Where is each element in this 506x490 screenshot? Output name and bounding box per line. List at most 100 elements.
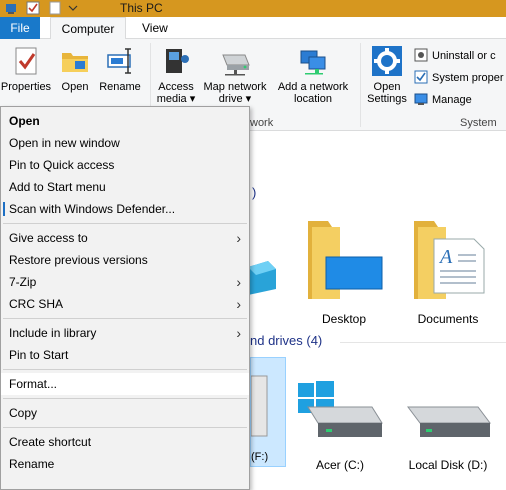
chevron-right-icon: ›	[236, 274, 241, 290]
3d-objects-tile[interactable]	[248, 259, 276, 299]
properties-quick-icon[interactable]	[26, 1, 40, 15]
open-settings-label-line1: Open	[373, 81, 401, 93]
title-bar: This PC	[0, 0, 506, 17]
menu-separator	[3, 223, 247, 224]
manage-icon	[414, 92, 428, 106]
local-disk-label: Local Disk (D:)	[408, 458, 488, 472]
tab-file[interactable]: File	[0, 17, 40, 39]
hard-drive-icon	[407, 406, 491, 437]
open-label: Open	[61, 81, 89, 93]
menu-item-rename[interactable]: Rename	[1, 453, 249, 475]
desktop-tile[interactable]: Desktop	[300, 217, 388, 326]
uninstall-label: Uninstall or c	[432, 50, 496, 62]
system-properties-button[interactable]: System proper	[414, 70, 504, 85]
rename-icon	[104, 45, 136, 77]
documents-label: Documents	[417, 312, 479, 326]
map-drive-label-line1: Map network	[203, 81, 267, 93]
app-icon	[4, 1, 18, 15]
section-divider	[340, 342, 506, 343]
system-group-label: System	[460, 117, 497, 129]
gear-icon	[371, 45, 403, 77]
network-group-label: work	[250, 117, 274, 129]
system-properties-label: System proper	[432, 72, 504, 84]
menu-separator	[3, 369, 247, 370]
menu-separator	[3, 318, 247, 319]
add-location-label-line1: Add a network	[277, 81, 349, 93]
media-icon	[160, 45, 192, 77]
seven-zip-label: 7-Zip	[9, 275, 37, 289]
manage-label: Manage	[432, 94, 472, 106]
map-drive-label-line2: drive	[218, 93, 243, 105]
chevron-right-icon: ›	[236, 296, 241, 312]
menu-separator	[3, 398, 247, 399]
open-settings-label-line2: Settings	[367, 93, 407, 105]
new-folder-quick-icon[interactable]	[48, 1, 62, 15]
menu-item-pin-start[interactable]: Pin to Start	[1, 344, 249, 366]
menu-item-crc-sha[interactable]: CRC SHA ›	[1, 293, 249, 315]
documents-tile[interactable]: A Documents	[404, 217, 492, 326]
cube-icon	[248, 261, 276, 295]
chevron-right-icon: ›	[236, 325, 241, 341]
windows-drive-icon	[298, 381, 383, 437]
drive-f-tile[interactable]: (F:)	[250, 357, 286, 467]
desktop-label: Desktop	[321, 312, 367, 326]
scan-defender-label: Scan with Windows Defender...	[9, 202, 176, 216]
crc-sha-label: CRC SHA	[9, 297, 64, 311]
chevron-down-icon: ▾	[186, 93, 196, 105]
uninstall-program-button[interactable]: Uninstall or c	[414, 48, 496, 63]
chevron-right-icon: ›	[236, 230, 241, 246]
open-settings-button[interactable]: Open Settings	[362, 45, 412, 105]
tab-view[interactable]: View	[132, 17, 178, 39]
menu-item-scan-defender[interactable]: Scan with Windows Defender...	[1, 198, 249, 220]
network-location-icon	[297, 45, 329, 77]
acer-drive-tile[interactable]: Acer (C:)	[294, 379, 386, 472]
open-folder-icon	[59, 45, 91, 77]
rename-button[interactable]: Rename	[96, 45, 144, 93]
manage-button[interactable]: Manage	[414, 92, 472, 107]
svg-text:A: A	[438, 246, 453, 268]
uninstall-icon	[414, 48, 428, 62]
menu-item-give-access[interactable]: Give access to ›	[1, 227, 249, 249]
add-network-location-button[interactable]: Add a network location	[272, 45, 354, 105]
window-title: This PC	[120, 1, 163, 15]
drive-f-label: (F:)	[251, 451, 269, 463]
desktop-folder-icon	[308, 221, 383, 299]
menu-item-include-library[interactable]: Include in library ›	[1, 322, 249, 344]
menu-item-7zip[interactable]: 7-Zip ›	[1, 271, 249, 293]
access-media-button[interactable]: Access media ▾	[154, 45, 198, 105]
menu-item-open[interactable]: Open	[1, 110, 249, 132]
context-menu: Open Open in new window Pin to Quick acc…	[0, 106, 250, 490]
network-drive-icon	[219, 45, 251, 77]
properties-button[interactable]: Properties	[0, 45, 52, 93]
menu-item-create-shortcut[interactable]: Create shortcut	[1, 431, 249, 453]
add-location-label-line2: location	[294, 93, 332, 105]
tab-computer[interactable]: Computer	[50, 17, 126, 40]
devices-drives-header: nd drives (4)	[250, 333, 323, 348]
ribbon-tabs: File Computer View	[0, 17, 506, 40]
customize-quick-access-icon[interactable]	[66, 1, 80, 15]
open-button[interactable]: Open	[56, 45, 94, 93]
menu-item-add-start-menu[interactable]: Add to Start menu	[1, 176, 249, 198]
menu-separator	[3, 427, 247, 428]
menu-item-format[interactable]: Format...	[1, 373, 249, 395]
defender-icon	[3, 202, 5, 216]
include-library-label: Include in library	[9, 326, 97, 340]
properties-label: Properties	[0, 81, 52, 93]
menu-item-copy[interactable]: Copy	[1, 402, 249, 424]
local-disk-tile[interactable]: Local Disk (D:)	[396, 379, 500, 472]
map-network-drive-button[interactable]: Map network drive ▾	[198, 45, 272, 105]
documents-folder-icon: A	[414, 221, 485, 299]
ribbon-separator	[360, 43, 361, 127]
folders-header: )	[252, 185, 257, 200]
usb-drive-icon	[250, 375, 268, 437]
chevron-down-icon: ▾	[242, 93, 252, 105]
menu-item-pin-quick-access[interactable]: Pin to Quick access	[1, 154, 249, 176]
system-properties-icon	[414, 70, 428, 84]
give-access-label: Give access to	[9, 231, 88, 245]
menu-item-open-new-window[interactable]: Open in new window	[1, 132, 249, 154]
access-media-label-line2: media	[156, 93, 187, 105]
access-media-label-line1: Access	[158, 81, 194, 93]
menu-item-restore-versions[interactable]: Restore previous versions	[1, 249, 249, 271]
acer-drive-label: Acer (C:)	[316, 458, 364, 472]
rename-label: Rename	[99, 81, 141, 93]
